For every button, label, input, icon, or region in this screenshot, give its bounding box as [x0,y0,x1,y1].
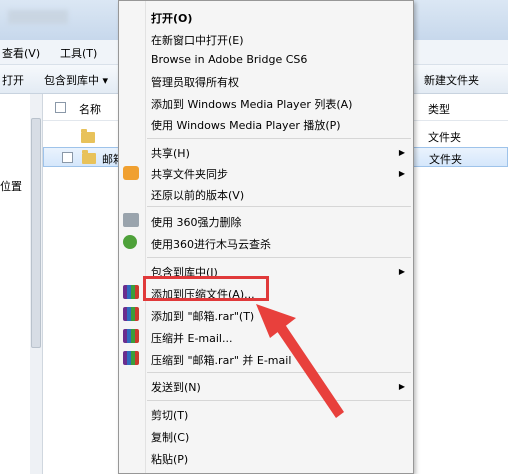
pointer-arrow-annotation [256,304,344,418]
